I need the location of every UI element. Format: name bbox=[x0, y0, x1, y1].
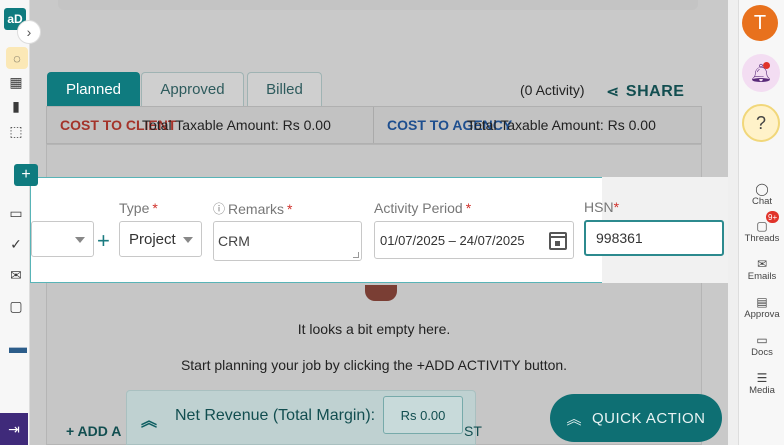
cost-to-agency-amount: Total Taxable Amount: Rs 0.00 bbox=[467, 117, 656, 133]
chevron-down-icon bbox=[75, 237, 85, 243]
remarks-value: CRM bbox=[218, 233, 250, 249]
hsn-label: HSN* bbox=[584, 199, 619, 215]
chart-icon[interactable]: ▮ bbox=[7, 97, 25, 115]
email-icon: ✉ bbox=[756, 257, 768, 271]
quick-action-label: QUICK ACTION bbox=[592, 409, 706, 427]
remarks-label-text: Remarks bbox=[228, 200, 285, 217]
chat-icon[interactable]: ▢ bbox=[7, 297, 25, 315]
hsn-label-text: HSN bbox=[584, 199, 614, 215]
rail-nav-label: Docs bbox=[751, 347, 773, 358]
threads-badge: 9+ bbox=[766, 211, 780, 223]
empty-state-title: It looks a bit empty here. bbox=[297, 321, 451, 337]
home-icon[interactable]: ◌ bbox=[6, 47, 28, 69]
rail-nav-docs[interactable]: ▭ Docs bbox=[739, 333, 784, 358]
inbox-icon[interactable]: ✉ bbox=[7, 266, 25, 284]
required-mark: * bbox=[287, 200, 293, 217]
rail-nav-label: Threads bbox=[744, 233, 780, 244]
help-icon[interactable]: ? bbox=[742, 104, 780, 142]
type-label-text: Type bbox=[119, 200, 150, 216]
expand-sidebar-button[interactable]: › bbox=[17, 20, 41, 44]
bell-icon[interactable]: 🔔︎ bbox=[742, 54, 780, 92]
left-app-rail: aD ◌ ▦ ▮ ⬚ ▭ ✓ ✉ ▢ ▬ ⇥ bbox=[0, 0, 30, 445]
hsn-value: 998361 bbox=[596, 230, 643, 246]
rail-nav-label: Media bbox=[749, 385, 775, 396]
resize-handle[interactable] bbox=[353, 252, 359, 258]
chevron-up-icon: ︽ bbox=[566, 410, 582, 428]
activity-count: (0 Activity) bbox=[520, 82, 585, 98]
category-select[interactable] bbox=[31, 221, 94, 257]
net-revenue-value: Rs 0.00 bbox=[383, 396, 463, 434]
activity-period-label-text: Activity Period bbox=[374, 200, 463, 216]
chevron-up-icon[interactable]: ︽ bbox=[141, 407, 157, 431]
rail-nav-label: Emails bbox=[747, 271, 777, 282]
folder-icon: ▭ bbox=[756, 333, 768, 347]
rail-nav-label: Chat bbox=[751, 196, 773, 207]
grid-icon[interactable]: ▦ bbox=[7, 73, 25, 91]
rail-nav-media[interactable]: ☰ Media bbox=[739, 371, 784, 396]
rail-nav-threads[interactable]: ▢ Threads bbox=[739, 219, 784, 244]
required-mark: * bbox=[613, 199, 620, 215]
add-activity-form: + Type * Project ⓘ Remarks * CRM Activity … bbox=[30, 177, 602, 283]
activity-period-label: Activity Period * bbox=[374, 200, 471, 216]
document-icon: ▤ bbox=[756, 295, 768, 309]
remarks-textarea[interactable]: CRM bbox=[213, 221, 362, 261]
chat-icon: ◯ bbox=[755, 182, 769, 196]
remarks-label: ⓘ Remarks * bbox=[213, 200, 292, 217]
box-icon[interactable]: ⬚ bbox=[7, 122, 25, 140]
net-revenue-tail: ST bbox=[464, 423, 482, 439]
right-rail: T 🔔︎ ? ◯ Chat ▢ Threads 9+ ✉ Emails ▤ Ap… bbox=[738, 0, 784, 445]
database-icon: ☰ bbox=[756, 371, 768, 385]
empty-state-illustration bbox=[365, 285, 397, 301]
avatar[interactable]: T bbox=[742, 5, 778, 41]
tab-billed[interactable]: Billed bbox=[247, 72, 322, 106]
share-button[interactable]: ⋖ SHARE bbox=[606, 82, 684, 102]
top-card bbox=[58, 0, 698, 10]
rail-nav-label: Approva bbox=[744, 309, 780, 320]
threads-icon: ▢ bbox=[756, 219, 768, 233]
type-label: Type * bbox=[119, 200, 158, 216]
required-mark: * bbox=[152, 200, 158, 216]
add-activity-button[interactable]: + ADD A bbox=[66, 423, 121, 439]
check-circle-icon[interactable]: ✓ bbox=[7, 235, 25, 253]
activity-period-value: 01/07/2025 – 24/07/2025 bbox=[380, 232, 525, 248]
hsn-input[interactable]: 998361 bbox=[584, 220, 724, 256]
required-mark: * bbox=[465, 200, 472, 216]
net-revenue-bar[interactable]: ︽ Net Revenue (Total Margin): Rs 0.00 bbox=[126, 390, 476, 445]
folder-icon[interactable]: ▭ bbox=[7, 204, 25, 222]
notification-dot bbox=[763, 62, 770, 69]
create-new-button[interactable]: + bbox=[14, 164, 38, 186]
calendar-icon[interactable] bbox=[549, 232, 567, 250]
net-revenue-label: Net Revenue (Total Margin): bbox=[175, 407, 376, 424]
share-label: SHARE bbox=[625, 83, 685, 100]
tab-planned[interactable]: Planned bbox=[47, 72, 140, 106]
share-icon: ⋖ bbox=[606, 84, 620, 101]
cost-summary-row: COST TO CLIENT Total Taxable Amount: Rs … bbox=[46, 106, 702, 144]
cost-to-client-amount: Total Taxable Amount: Rs 0.00 bbox=[142, 117, 331, 133]
tab-approved[interactable]: Approved bbox=[141, 72, 244, 106]
rail-nav-chat[interactable]: ◯ Chat bbox=[739, 182, 784, 207]
type-select[interactable]: Project bbox=[119, 221, 202, 257]
divider bbox=[373, 107, 374, 143]
add-type-button[interactable]: + bbox=[97, 228, 110, 254]
type-value: Project bbox=[129, 230, 176, 248]
logout-icon[interactable]: ⇥ bbox=[0, 413, 28, 445]
drive-icon[interactable]: ▬ bbox=[4, 337, 32, 357]
empty-state-subtitle: Start planning your job by clicking the … bbox=[180, 357, 568, 373]
rail-nav-emails[interactable]: ✉ Emails bbox=[739, 257, 784, 282]
rail-nav-approvals[interactable]: ▤ Approva bbox=[739, 295, 784, 320]
info-icon: ⓘ bbox=[213, 202, 226, 216]
activity-period-input[interactable]: 01/07/2025 – 24/07/2025 bbox=[374, 221, 574, 259]
quick-action-button[interactable]: ︽ QUICK ACTION bbox=[550, 394, 722, 442]
scrollbar[interactable] bbox=[728, 0, 738, 445]
chevron-down-icon bbox=[183, 237, 193, 243]
